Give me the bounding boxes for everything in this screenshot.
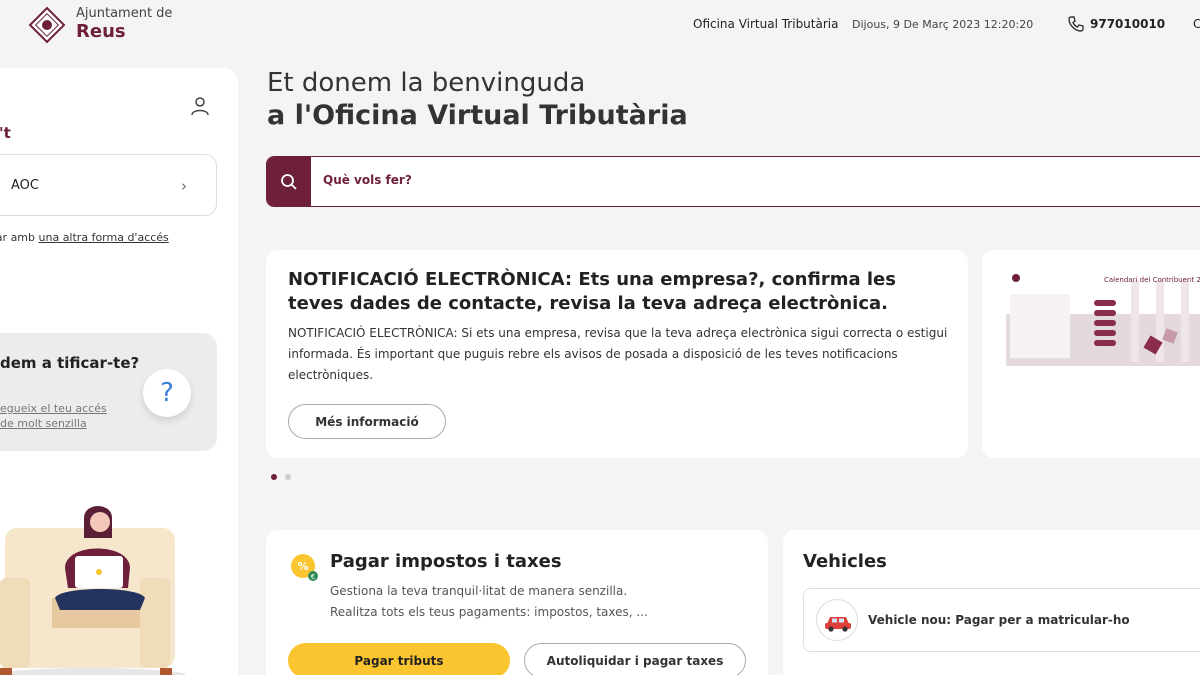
help-link[interactable]: egueix el teu accés de molt senzilla	[0, 401, 120, 431]
welcome-line-2: a l'Oficina Virtual Tributària	[267, 100, 688, 131]
phone-number[interactable]: 977010010	[1090, 17, 1165, 31]
help-title: dem a tificar-te?	[0, 354, 140, 372]
search-icon	[281, 174, 297, 190]
carousel-dot-1[interactable]	[271, 474, 277, 480]
svg-text:€: €	[311, 573, 315, 581]
car-icon	[825, 617, 851, 632]
aoc-label: AOC	[11, 178, 39, 193]
person-on-sofa-illustration	[0, 506, 185, 675]
new-vehicle-label: Vehicle nou: Pagar per a matricular-ho	[868, 613, 1130, 627]
chevron-right-icon: ›	[181, 177, 187, 195]
search-button[interactable]	[267, 157, 311, 206]
help-card: dem a tificar-te? egueix el teu accés de…	[0, 333, 217, 451]
datetime: Dijous, 9 De Març 2023 12:20:20	[852, 18, 1034, 31]
calendar-thumbnail-image: Calendari del Contribuent 2023	[1006, 270, 1200, 370]
welcome-line-1: Et donem la benvinguda	[267, 68, 586, 98]
office-link[interactable]: Oficina Virtual Tributària	[693, 17, 838, 31]
alt-access-text: ntrar amb una altra forma d'accés	[0, 231, 169, 244]
alt-access-link[interactable]: una altra forma d'accés	[39, 231, 169, 244]
header: Ajuntament de Reus Oficina Virtual Tribu…	[0, 0, 1200, 50]
news-body: NOTIFICACIÓ ELECTRÒNICA: Si ets una empr…	[288, 326, 948, 382]
phone-icon	[1068, 16, 1084, 32]
more-info-button[interactable]: Més informació	[288, 404, 446, 439]
help-question-icon[interactable]: ?	[143, 369, 191, 417]
sidebar: ca't AOC › ntrar amb una altra forma d'a…	[0, 68, 238, 675]
taxes-desc-1: Gestiona la teva tranquil·litat de maner…	[330, 584, 628, 598]
car-icon-circle	[816, 599, 858, 641]
alt-access-prefix: ntrar amb	[0, 231, 36, 244]
user-icon[interactable]	[190, 96, 210, 116]
reus-logo-icon[interactable]	[26, 4, 68, 46]
header-cut-text[interactable]: C	[1193, 17, 1200, 31]
org-name-big: Reus	[76, 21, 126, 42]
tax-percent-icon: % €	[291, 554, 318, 581]
taxes-title: Pagar impostos i taxes	[330, 551, 562, 572]
carousel-dot-2[interactable]	[285, 474, 291, 480]
aoc-login-button[interactable]: AOC ›	[0, 154, 217, 216]
vehicles-title: Vehicles	[803, 551, 887, 572]
new-vehicle-item[interactable]: Vehicle nou: Pagar per a matricular-ho	[803, 588, 1200, 652]
svg-text:%: %	[297, 560, 308, 573]
search-bar	[266, 156, 1200, 207]
calendar-title: Calendari del Contribuent 2023	[1104, 276, 1200, 284]
vehicles-card: Vehicles Vehicle nou: Pagar per a matric…	[783, 530, 1200, 675]
identify-heading: ca't	[0, 124, 11, 142]
calendar-card[interactable]: Calendari del Contribuent 2023	[982, 250, 1200, 458]
search-input[interactable]	[323, 173, 923, 187]
taxes-desc-2: Realitza tots els teus pagaments: impost…	[330, 605, 648, 619]
pay-taxes-button[interactable]: Pagar tributs	[288, 643, 510, 675]
news-card: NOTIFICACIÓ ELECTRÒNICA: Ets una empresa…	[266, 250, 968, 458]
org-name-small: Ajuntament de	[76, 6, 173, 21]
self-assess-button[interactable]: Autoliquidar i pagar taxes	[524, 643, 746, 675]
news-title: NOTIFICACIÓ ELECTRÒNICA: Ets una empresa…	[288, 269, 896, 314]
taxes-card: % € Pagar impostos i taxes Gestiona la t…	[266, 530, 768, 675]
